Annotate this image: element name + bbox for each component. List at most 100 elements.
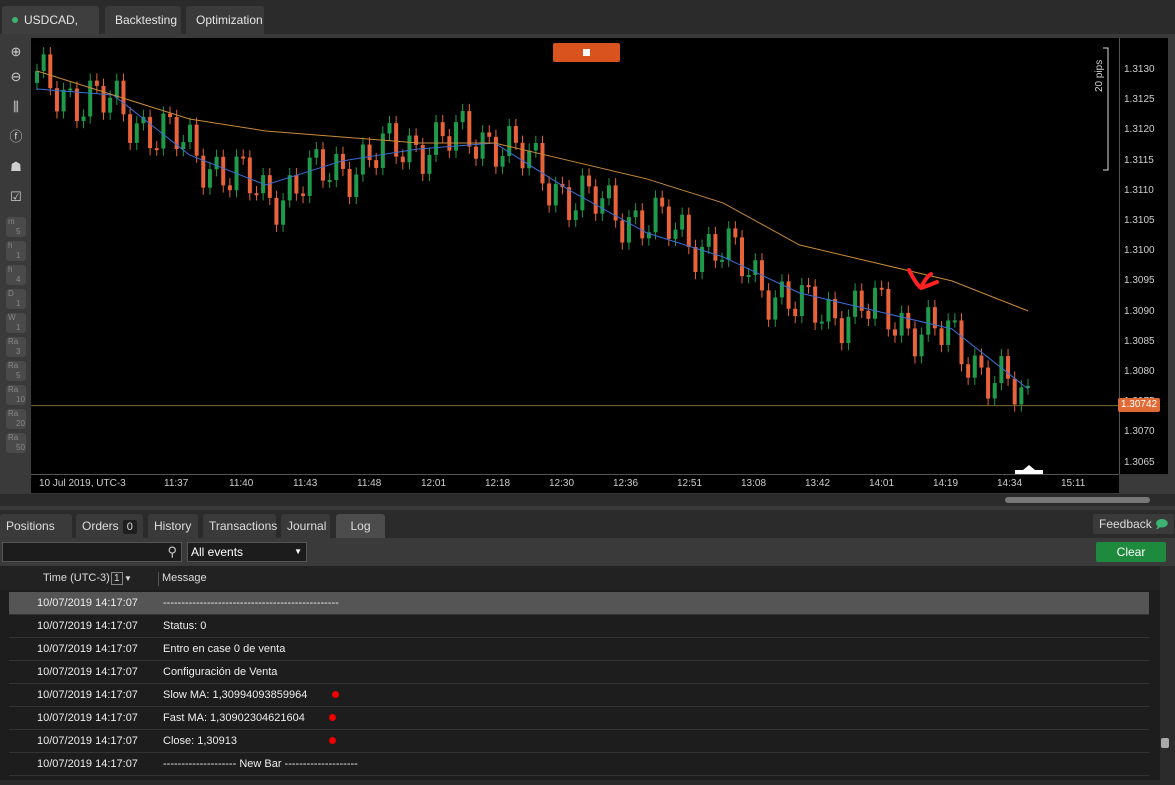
log-message: ----------------------------------------… (163, 597, 339, 609)
sort-desc-icon[interactable]: ▼ (124, 574, 132, 583)
candle-body (168, 113, 173, 118)
candle-body (992, 383, 997, 399)
feedback-button[interactable]: Feedback 🗩 (1093, 514, 1175, 534)
tab-backtesting[interactable]: Backtesting (105, 6, 181, 34)
timeframe-button[interactable]: h4 (6, 265, 26, 285)
candle-body (912, 328, 917, 357)
log-row[interactable]: 10/07/2019 14:17:07 Fast MA: 1,3090230462… (9, 707, 1149, 730)
candle-body (733, 228, 738, 238)
candle-body (666, 206, 671, 239)
candle-body (320, 149, 325, 181)
time-tick-label: 11:37 (164, 478, 189, 489)
candle-body (866, 310, 871, 319)
candle-body (813, 286, 818, 323)
tab-history[interactable]: History (148, 514, 198, 538)
candle-body (281, 200, 286, 225)
candle-body (420, 144, 425, 174)
candle-body (360, 144, 365, 175)
red-arrow-annotation (907, 268, 939, 290)
log-time: 10/07/2019 14:17:07 (37, 712, 138, 724)
column-message[interactable]: Message (158, 572, 207, 586)
stop-button[interactable] (553, 43, 620, 62)
candle-body (799, 285, 804, 317)
candle-body (1019, 387, 1024, 405)
orders-count-badge: 0 (122, 520, 137, 534)
log-row[interactable]: 10/07/2019 14:17:07 Close: 1,30913 (9, 730, 1149, 753)
settings-chart-icon[interactable]: ☑ (6, 187, 26, 207)
candle-body (334, 153, 339, 181)
candle-body (740, 237, 745, 277)
log-vertical-scrollbar[interactable] (1160, 566, 1170, 780)
timeframe-button[interactable]: D1 (6, 289, 26, 309)
timeframe-button[interactable]: W1 (6, 313, 26, 333)
tab-transactions[interactable]: Transactions (203, 514, 277, 538)
search-icon[interactable]: ⚲ (167, 544, 177, 560)
log-row[interactable]: 10/07/2019 14:17:07 Status: 0 (9, 615, 1149, 638)
facebook-icon[interactable]: ⓕ (6, 127, 26, 147)
candle-body (573, 210, 578, 220)
candle-body (600, 198, 605, 214)
candle-body (407, 135, 412, 163)
candle-body (134, 123, 139, 143)
candle-body (726, 228, 731, 260)
zoom-in-icon[interactable]: ⊕ (6, 42, 26, 62)
candle-body (387, 123, 392, 134)
clear-button[interactable]: Clear (1096, 542, 1166, 562)
log-search-input[interactable]: ⚲ (2, 542, 182, 562)
candle-body (839, 318, 844, 344)
timeframe-button[interactable]: Ra 5 (6, 361, 26, 381)
candle-body (194, 124, 199, 156)
timeframe-button[interactable]: Ra 10 (6, 385, 26, 405)
log-row[interactable]: 10/07/2019 14:17:07 ---------------------… (9, 592, 1149, 615)
candle-body (979, 355, 984, 368)
timeframe-button[interactable]: Ra 3 (6, 337, 26, 357)
tab-positions[interactable]: Positions2 (0, 514, 72, 558)
error-flag-icon (332, 691, 339, 698)
candle-body (414, 135, 419, 145)
candle-body (214, 156, 219, 170)
candle-body (746, 275, 751, 278)
candle-body (48, 54, 53, 89)
scroll-thumb[interactable] (1161, 738, 1169, 748)
candle-body (819, 321, 824, 324)
candle-body (713, 234, 718, 261)
tab-journal[interactable]: Journal (281, 514, 330, 538)
window-tabbar: USDCAD, Ra3 Backtesting Optimization (0, 0, 1175, 55)
tab-usdcad[interactable]: USDCAD, Ra3 (2, 6, 99, 55)
candle-body (94, 80, 99, 86)
tab-log[interactable]: Log (336, 514, 385, 538)
candle-body (35, 70, 39, 83)
log-row[interactable]: 10/07/2019 14:17:07 -------------------- … (9, 753, 1149, 776)
events-select[interactable]: All events ▼ (187, 542, 307, 562)
candle-body (294, 175, 299, 194)
time-tick-label: 15:11 (1061, 478, 1086, 489)
column-time[interactable]: Time (UTC-3) (43, 572, 110, 584)
chart-horizontal-scrollbar[interactable] (0, 494, 1175, 506)
chart-type-icon[interactable]: ⫼ (6, 97, 26, 117)
candle-body (400, 156, 405, 163)
timeframe-button[interactable]: m5 (6, 217, 26, 237)
candle-body (493, 136, 498, 167)
log-row[interactable]: 10/07/2019 14:17:07 Configuración de Vent… (9, 661, 1149, 684)
chart-plot[interactable] (31, 38, 1119, 474)
tab-optimization[interactable]: Optimization (186, 6, 264, 34)
timeframe-button[interactable]: Ra 20 (6, 409, 26, 429)
slow-ma-line (36, 70, 1029, 312)
log-row[interactable]: 10/07/2019 14:17:07 Entro en case 0 de ve… (9, 638, 1149, 661)
tab-orders[interactable]: Orders 0 (76, 514, 143, 538)
time-tick-label: 14:19 (933, 478, 959, 489)
trader-icon[interactable]: ☗ (6, 157, 26, 177)
candle-body (879, 287, 884, 290)
candle-body (892, 329, 897, 336)
zoom-out-icon[interactable]: ⊖ (6, 67, 26, 87)
log-row[interactable]: 10/07/2019 14:17:07 Slow MA: 1,3099409385… (9, 684, 1149, 707)
log-header: Time (UTC-3) 1 ▼ Message (0, 566, 1160, 590)
price-tick-label: 1.3125 (1124, 94, 1155, 106)
timeframe-button[interactable]: h1 (6, 241, 26, 261)
scroll-thumb[interactable] (1005, 497, 1150, 503)
chart-toolbar: ⊕ ⊖ ⫼ ⓕ ☗ ☑ m 5 h 1 h 4 D 1 W 1 Ra 3 Ra 5 Ra 10 Ra 20 Ra 50 (4, 40, 28, 490)
log-message: Close: 1,30913 (163, 735, 237, 747)
candle-body (633, 210, 638, 218)
candle-body (480, 132, 485, 159)
timeframe-button[interactable]: Ra 50 (6, 433, 26, 453)
